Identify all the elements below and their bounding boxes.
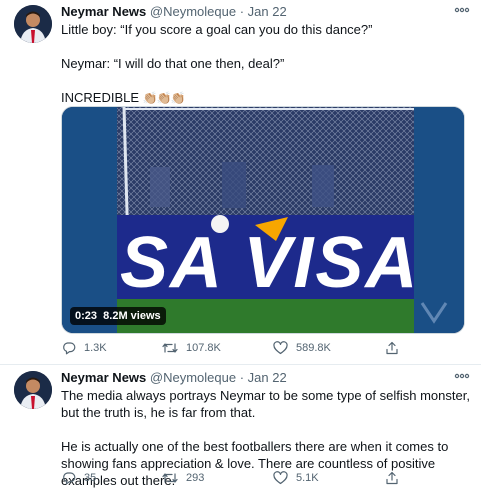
reply-count: 1.3K bbox=[84, 342, 107, 354]
tweet-paragraph: The media always portrays Neymar to be s… bbox=[61, 388, 470, 420]
share-button[interactable] bbox=[385, 341, 407, 355]
like-button[interactable]: 5.1K bbox=[273, 471, 319, 485]
tweet-actions: 35 293 5.1K bbox=[0, 471, 481, 489]
tweet-actions: 1.3K 107.8K 589.8K bbox=[0, 341, 481, 359]
video-view-badge: 0:23 8.2M views bbox=[70, 307, 166, 325]
tweet-line: Little boy: “If you score a goal can you… bbox=[61, 22, 373, 37]
more-icon[interactable] bbox=[453, 3, 471, 21]
tweet-header: Neymar News @Neymoleque · Jan 22 bbox=[61, 370, 287, 385]
retweet-count: 293 bbox=[186, 472, 205, 484]
author-handle[interactable]: @Neymoleque bbox=[150, 4, 236, 19]
retweet-button[interactable]: 107.8K bbox=[162, 341, 221, 355]
share-icon bbox=[386, 341, 398, 355]
tweet[interactable]: Neymar News @Neymoleque · Jan 22 The med… bbox=[0, 365, 481, 499]
avatar[interactable] bbox=[14, 5, 52, 43]
reply-icon bbox=[63, 342, 76, 355]
tweet-date[interactable]: Jan 22 bbox=[248, 370, 287, 385]
author-name[interactable]: Neymar News bbox=[61, 4, 146, 19]
retweet-icon bbox=[162, 343, 178, 353]
video-duration: 0:23 bbox=[75, 310, 98, 322]
like-icon bbox=[273, 341, 288, 355]
more-icon[interactable] bbox=[453, 369, 471, 387]
like-button[interactable]: 589.8K bbox=[273, 341, 331, 355]
like-icon bbox=[273, 471, 288, 485]
tweet-text: Little boy: “If you score a goal can you… bbox=[61, 21, 471, 107]
avatar[interactable] bbox=[14, 371, 52, 409]
tweet-line: INCREDIBLE 👏🏼👏🏼👏🏼 bbox=[61, 90, 186, 105]
reply-button[interactable]: 1.3K bbox=[62, 341, 107, 355]
author-name[interactable]: Neymar News bbox=[61, 370, 146, 385]
tweet-content: Neymar News @Neymoleque · Jan 22 Little … bbox=[61, 3, 471, 334]
reply-icon bbox=[63, 472, 76, 485]
video-thumbnail: SA VISA bbox=[62, 107, 464, 333]
retweet-count: 107.8K bbox=[186, 342, 221, 354]
tweet[interactable]: Neymar News @Neymoleque · Jan 22 Little … bbox=[0, 0, 481, 365]
like-count: 589.8K bbox=[296, 342, 331, 354]
video-views: 8.2M views bbox=[103, 310, 161, 322]
tweet-header: Neymar News @Neymoleque · Jan 22 bbox=[61, 4, 287, 19]
share-icon bbox=[386, 471, 398, 485]
author-handle[interactable]: @Neymoleque bbox=[150, 370, 236, 385]
share-button[interactable] bbox=[385, 471, 407, 485]
reply-button[interactable]: 35 bbox=[62, 471, 96, 485]
tweet-date[interactable]: Jan 22 bbox=[248, 4, 287, 19]
retweet-icon bbox=[162, 473, 178, 483]
like-count: 5.1K bbox=[296, 472, 319, 484]
retweet-button[interactable]: 293 bbox=[162, 471, 204, 485]
reply-count: 35 bbox=[84, 472, 97, 484]
clap-emoji: 👏🏼👏🏼👏🏼 bbox=[142, 91, 186, 105]
video-player[interactable]: SA VISA 0:23 8.2M views bbox=[61, 106, 465, 334]
tweet-line: Neymar: “I will do that one then, deal?” bbox=[61, 56, 285, 71]
